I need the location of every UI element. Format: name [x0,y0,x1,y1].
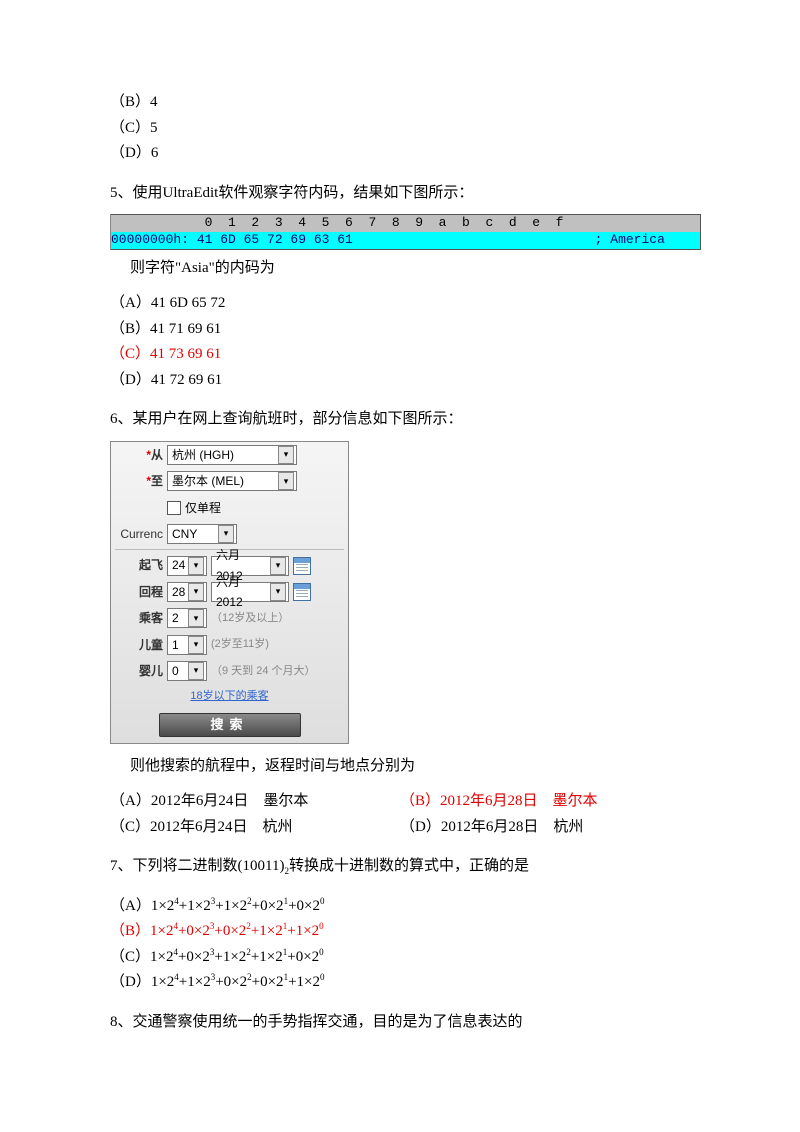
chevron-down-icon: ▾ [188,636,204,654]
q7-stem: 7、下列将二进制数(10011)2转换成十进制数的算式中，正确的是 [110,854,690,880]
chevron-down-icon: ▾ [188,609,204,627]
chevron-down-icon: ▾ [218,525,234,543]
chevron-down-icon: ▾ [270,557,286,575]
pax-select[interactable]: 2▾ [167,608,207,628]
oneway-checkbox[interactable] [167,501,181,515]
depart-day-select[interactable]: 24▾ [167,556,207,576]
child-select[interactable]: 1▾ [167,635,207,655]
q7-opt-c: （C）1×24+0×23+1×22+1×21+0×20 [110,945,690,971]
q4-opt-b: （B）4 [110,90,690,116]
hex-viewer: 0 1 2 3 4 5 6 7 8 9 a b c d e f 00000000… [110,214,701,250]
infant-select[interactable]: 0▾ [167,661,207,681]
q5-opt-c: （C）41 73 69 61 [110,342,690,368]
chevron-down-icon: ▾ [188,583,204,601]
q4-opt-d: （D）6 [110,141,690,167]
chevron-down-icon: ▾ [188,557,204,575]
child-label: 儿童 [117,635,163,655]
to-select[interactable]: 墨尔本 (MEL)▾ [167,471,297,491]
oneway-label: 仅单程 [185,498,221,518]
chevron-down-icon: ▾ [270,583,286,601]
chevron-down-icon: ▾ [278,472,294,490]
currency-label: Currenc [117,524,163,544]
chevron-down-icon: ▾ [278,446,294,464]
q6-opt-c: （C）2012年6月24日 杭州 [110,815,400,841]
return-label: 回程 [117,582,163,602]
return-day-select[interactable]: 28▾ [167,582,207,602]
q4-opt-c: （C）5 [110,116,690,142]
q6-stem: 6、某用户在网上查询航班时，部分信息如下图所示： [110,407,690,433]
q6-post: 则他搜索的航程中，返程时间与地点分别为 [130,754,690,780]
under18-link[interactable]: 18岁以下的乘客 [190,687,268,706]
q7-opt-a: （A）1×24+1×23+1×22+0×21+0×20 [110,894,690,920]
calendar-icon[interactable] [293,583,311,601]
currency-select[interactable]: CNY▾ [167,524,237,544]
return-month-select[interactable]: 六月 2012▾ [211,582,289,602]
q6-opt-d: （D）2012年6月28日 杭州 [400,815,690,841]
flight-search-form: *从 杭州 (HGH)▾ *至 墨尔本 (MEL)▾ 仅单程 Currenc C… [110,441,349,744]
from-select[interactable]: 杭州 (HGH)▾ [167,445,297,465]
q7-opt-d: （D）1×24+1×23+0×22+0×21+1×20 [110,970,690,996]
hex-row: 00000000h: 41 6D 65 72 69 63 61 ; Americ… [111,232,701,250]
q5-opt-d: （D）41 72 69 61 [110,368,690,394]
infant-hint: （9 天到 24 个月大） [211,662,316,681]
pax-hint: （12岁及以上） [211,609,289,628]
q5-stem: 5、使用UltraEdit软件观察字符内码，结果如下图所示： [110,181,690,207]
q7-opt-b: （B）1×24+0×23+0×22+1×21+1×20 [110,919,690,945]
child-hint: (2岁至11岁) [211,635,269,654]
chevron-down-icon: ▾ [188,662,204,680]
pax-label: 乘客 [117,608,163,628]
to-label: *至 [117,471,163,491]
search-button[interactable]: 搜索 [159,713,301,737]
q8-stem: 8、交通警察使用统一的手势指挥交通，目的是为了信息表达的 [110,1010,690,1036]
depart-label: 起飞 [117,555,163,575]
q6-opt-a: （A）2012年6月24日 墨尔本 [110,789,400,815]
hex-header: 0 1 2 3 4 5 6 7 8 9 a b c d e f [111,214,701,232]
calendar-icon[interactable] [293,557,311,575]
from-label: *从 [117,445,163,465]
q5-opt-b: （B）41 71 69 61 [110,317,690,343]
q5-post: 则字符"Asia"的内码为 [130,256,690,282]
q6-opt-b: （B）2012年6月28日 墨尔本 [400,789,690,815]
q5-opt-a: （A）41 6D 65 72 [110,291,690,317]
infant-label: 婴儿 [117,661,163,681]
